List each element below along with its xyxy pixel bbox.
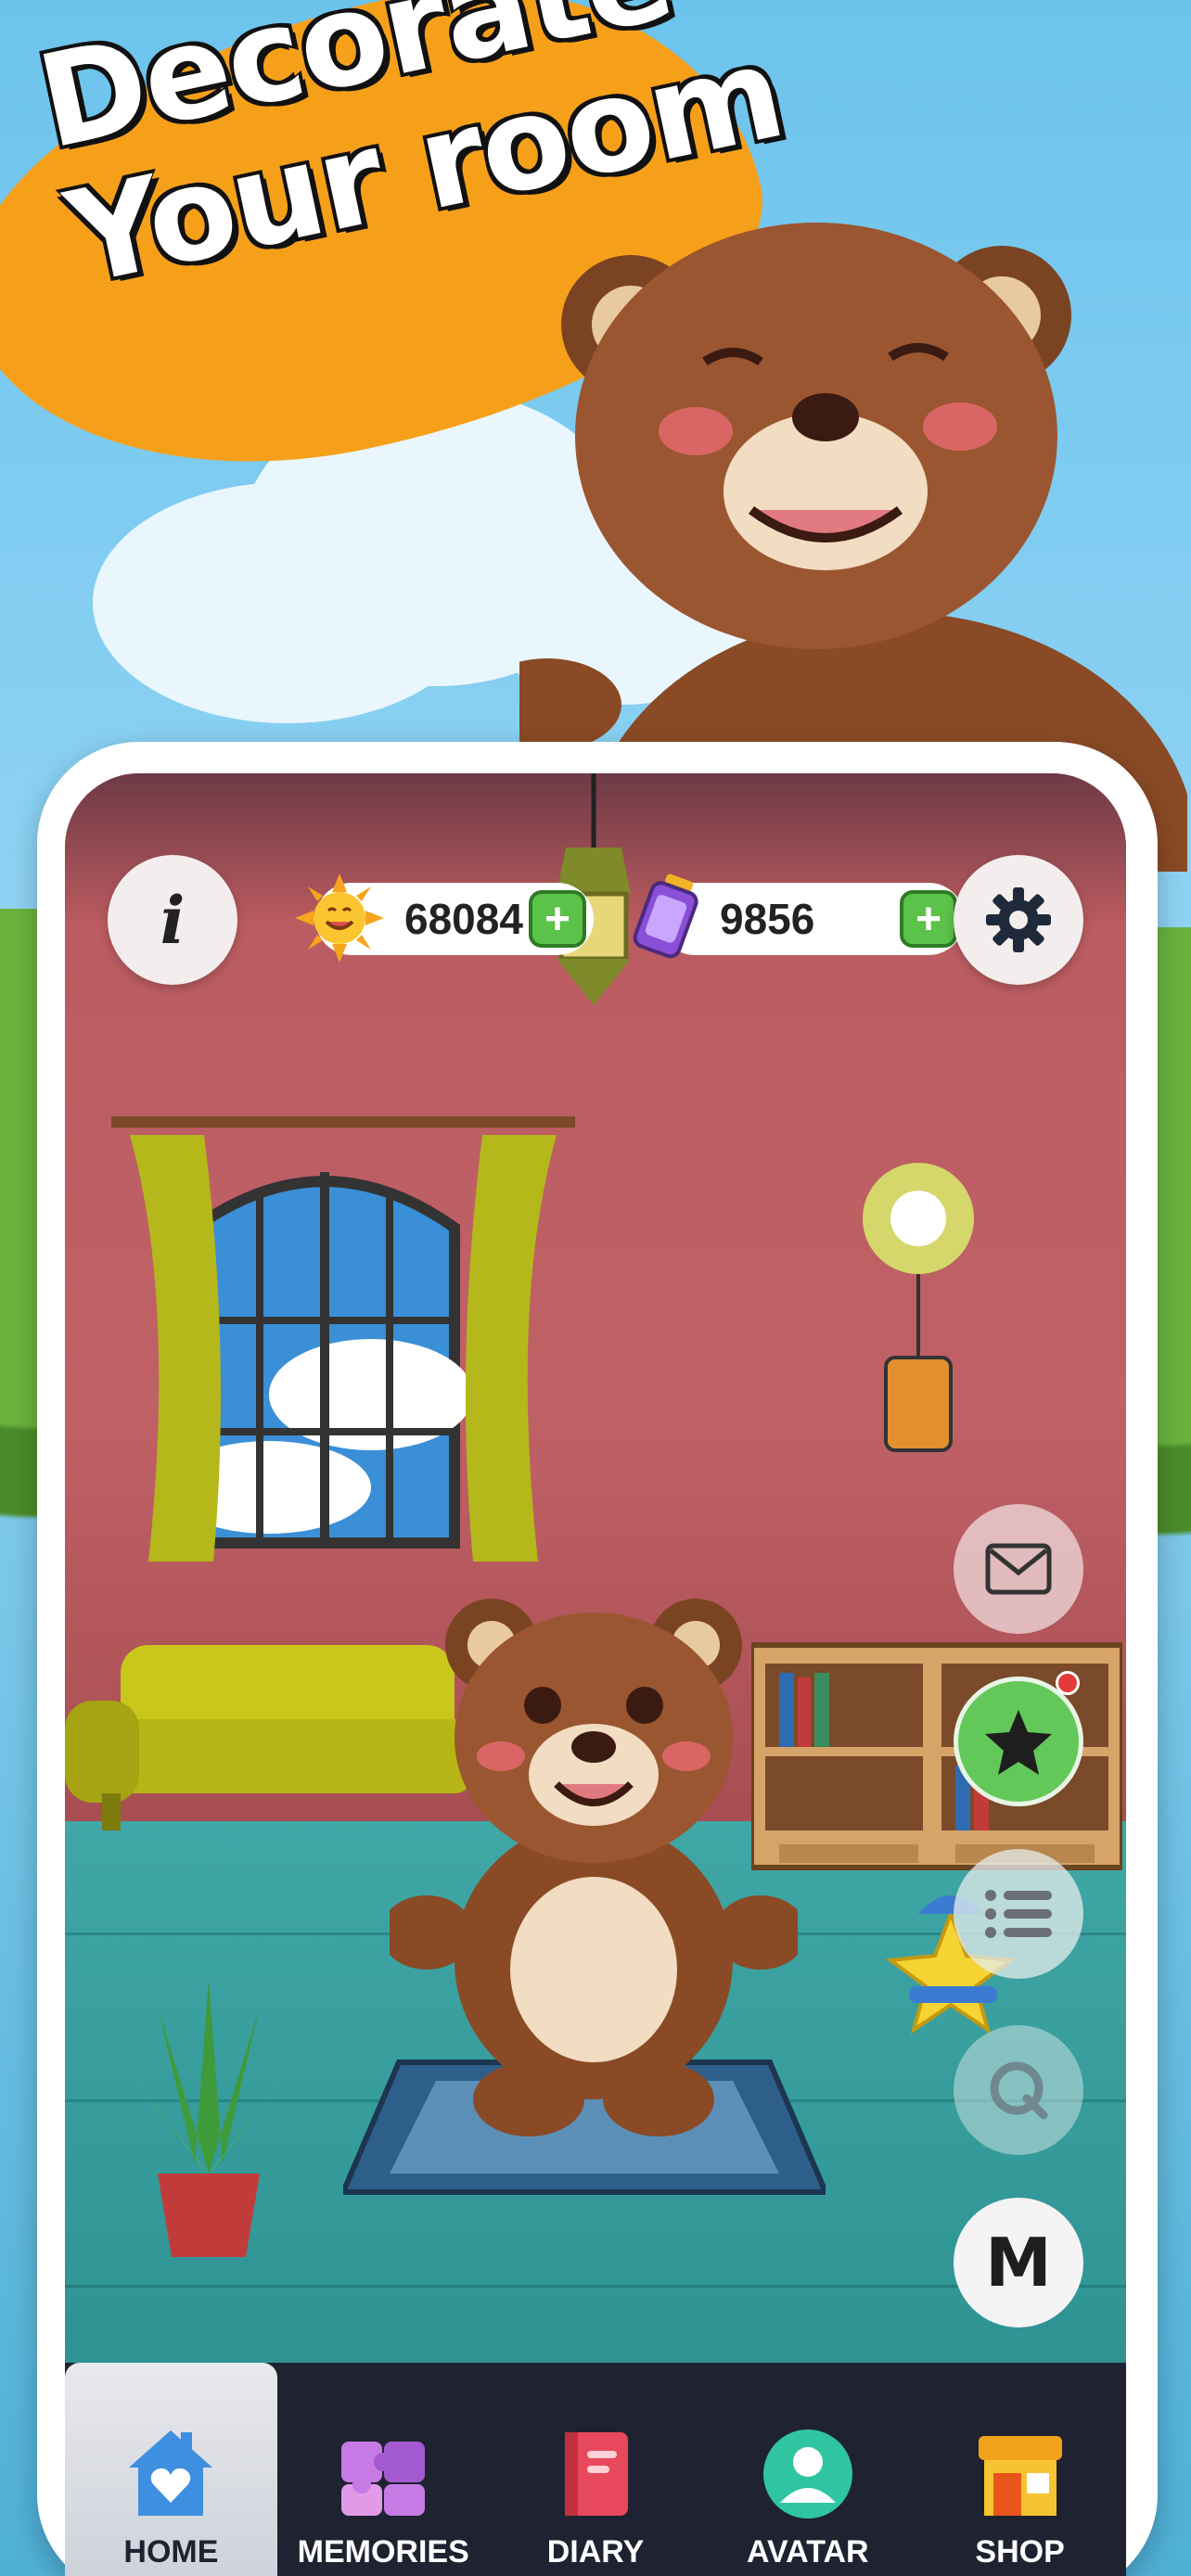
puzzle-icon bbox=[341, 2442, 426, 2516]
nav-item-diary[interactable]: DIARY bbox=[490, 2363, 702, 2576]
m-menu-button[interactable]: M bbox=[954, 2198, 1083, 2327]
room-bear-character[interactable] bbox=[390, 1580, 798, 2136]
nav-label-memories: MEMORIES bbox=[297, 2534, 469, 2570]
book-icon bbox=[564, 2432, 628, 2516]
nav-label-avatar: AVATAR bbox=[747, 2534, 869, 2570]
m-button-label: M bbox=[985, 2224, 1052, 2302]
nav-item-avatar[interactable]: AVATAR bbox=[701, 2363, 914, 2576]
gear-icon bbox=[986, 887, 1051, 952]
notification-dot bbox=[1056, 1671, 1080, 1695]
favorites-star-button[interactable] bbox=[954, 1677, 1083, 1806]
shop-icon bbox=[978, 2436, 1062, 2516]
q-letter-icon bbox=[990, 2061, 1048, 2120]
nav-label-home: HOME bbox=[123, 2534, 219, 2570]
quest-button[interactable] bbox=[954, 2025, 1083, 2155]
nav-label-shop: SHOP bbox=[975, 2534, 1065, 2570]
nav-item-shop[interactable]: SHOP bbox=[914, 2363, 1126, 2576]
envelope-icon bbox=[985, 1543, 1052, 1595]
settings-button[interactable] bbox=[954, 855, 1083, 985]
bottom-navigation-bar: HOME MEMORIES DIARY AVATAR SHOP bbox=[65, 2363, 1126, 2576]
sun-currency-icon bbox=[295, 874, 384, 963]
info-button[interactable]: i bbox=[108, 855, 237, 985]
list-icon bbox=[985, 1890, 1052, 1938]
add-potion-currency-button[interactable]: + bbox=[900, 890, 957, 948]
potion-currency-icon bbox=[633, 874, 698, 959]
add-sun-currency-button[interactable]: + bbox=[529, 890, 586, 948]
person-icon bbox=[762, 2429, 852, 2519]
mail-button[interactable] bbox=[954, 1504, 1083, 1634]
task-list-button[interactable] bbox=[954, 1849, 1083, 1979]
house-heart-icon bbox=[129, 2430, 213, 2516]
app-screen: i 68084 + 9856 + M HOME MEMORIES DIARY A… bbox=[65, 773, 1126, 2576]
star-icon bbox=[985, 1710, 1052, 1775]
nav-item-home[interactable]: HOME bbox=[65, 2363, 277, 2576]
room-window bbox=[111, 1116, 575, 1562]
info-icon: i bbox=[160, 881, 186, 959]
nav-item-memories[interactable]: MEMORIES bbox=[277, 2363, 490, 2576]
nav-label-diary: DIARY bbox=[546, 2534, 645, 2570]
wall-flower-decoration bbox=[863, 1163, 974, 1452]
potted-plant bbox=[121, 1979, 297, 2257]
